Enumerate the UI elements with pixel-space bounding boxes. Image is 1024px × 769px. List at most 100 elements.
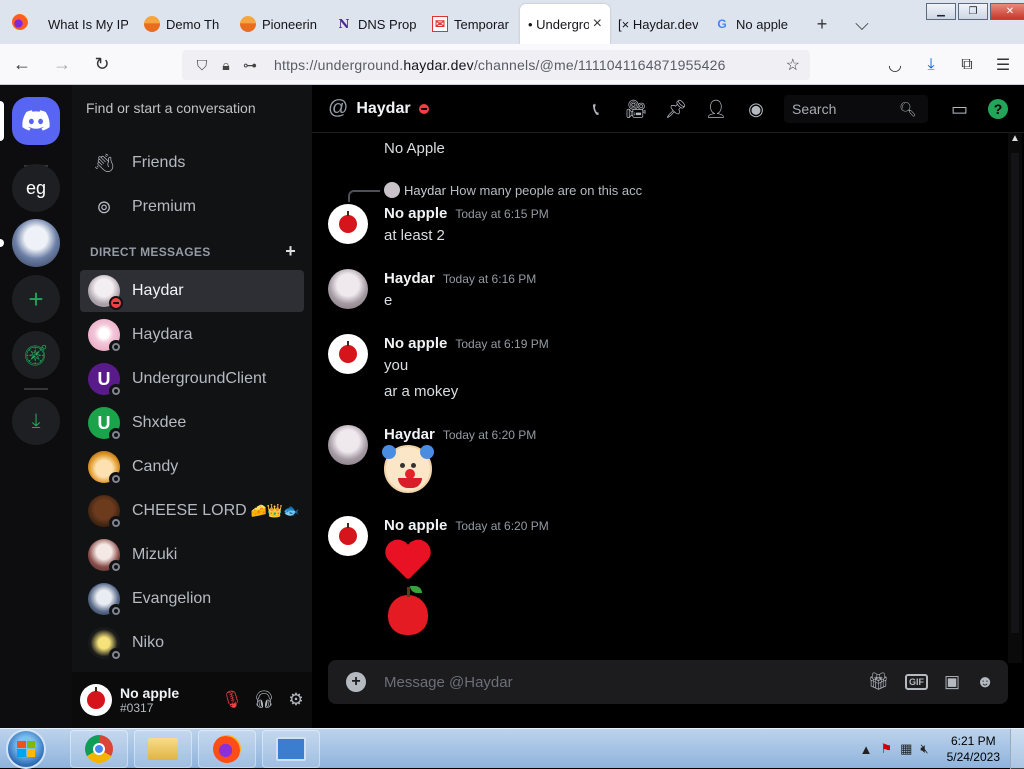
message-scrollbar[interactable]: ▲	[1008, 133, 1022, 663]
close-window-button[interactable]: ✕	[990, 3, 1024, 20]
channel-title[interactable]: Haydar	[356, 100, 410, 118]
find-conversation-button[interactable]: Find or start a conversation	[80, 95, 304, 123]
dm-item-undergroundclient[interactable]: U UndergroundClient	[80, 358, 304, 400]
help-icon[interactable]: ?	[988, 99, 1008, 119]
url-text[interactable]: https://underground.haydar.dev/channels/…	[274, 57, 726, 73]
sticker-icon[interactable]: ▣	[944, 672, 960, 692]
dm-item-shxdee[interactable]: U Shxdee	[80, 402, 304, 444]
taskbar-firefox[interactable]	[198, 729, 256, 768]
taskbar-clock[interactable]: 6:21 PM 5/24/2023	[947, 733, 1000, 765]
dm-item-mizuki[interactable]: Mizuki	[80, 534, 304, 576]
message-author[interactable]: No apple Today at 6:20 PM	[384, 517, 549, 534]
message-avatar-haydar[interactable]	[328, 425, 368, 465]
tab-temporary-mail[interactable]: ✉ Temporar	[424, 4, 520, 44]
user-names[interactable]: No apple #0317	[120, 685, 216, 715]
lock-icon[interactable]: 🔒︎	[214, 57, 238, 74]
dm-item-niko[interactable]: Niko	[80, 622, 304, 664]
server-eg[interactable]: eg	[12, 164, 60, 212]
dm-item-evangelion[interactable]: Evangelion	[80, 578, 304, 620]
taskbar-file-explorer[interactable]	[134, 729, 192, 768]
upload-plus-button[interactable]: +	[346, 672, 366, 692]
add-server-button[interactable]: +	[12, 275, 60, 323]
user-avatar[interactable]	[80, 684, 112, 716]
friends-nav-item[interactable]: 👋︎ Friends	[80, 142, 304, 184]
tab-what-is-my-ip[interactable]: What Is My IP	[40, 4, 136, 44]
deafen-headphones-icon[interactable]: 🎧︎	[248, 684, 280, 716]
start-voice-call-icon[interactable]: 📞︎	[584, 99, 608, 120]
new-tab-button[interactable]: +	[802, 4, 842, 44]
gift-icon[interactable]: 🎁︎	[867, 672, 889, 692]
premium-nav-item[interactable]: ⊚ Premium	[80, 186, 304, 228]
red-apple-emoji[interactable]	[388, 586, 428, 635]
extensions-icon[interactable]: ⧉	[956, 56, 978, 74]
apple-icon	[339, 341, 357, 363]
add-friends-to-dm-icon[interactable]: 👤︎	[704, 99, 728, 120]
tab-pioneering[interactable]: Pioneerin	[232, 4, 328, 44]
user-settings-gear-icon[interactable]: ⚙	[280, 684, 312, 716]
pinned-messages-icon[interactable]: 📌︎	[664, 99, 688, 120]
gif-button[interactable]: GIF	[905, 674, 929, 690]
message-input[interactable]	[384, 673, 824, 691]
browser-navigation-bar: ← → ↻ ⛉ 🔒︎ ⊶ https://underground.haydar.…	[0, 44, 1024, 85]
mute-microphone-icon[interactable]: 🎙︎	[216, 684, 248, 716]
tab-underground[interactable]: • Undergro ×	[520, 4, 610, 44]
tab-demo[interactable]: Demo Th	[136, 4, 232, 44]
server-anime-avatar[interactable]	[0, 219, 60, 267]
pocket-icon[interactable]: ◡	[884, 55, 906, 75]
close-tab-icon[interactable]: ×	[593, 15, 602, 33]
scroll-up-arrow-icon[interactable]: ▲	[1008, 133, 1022, 144]
inbox-icon[interactable]: ▭	[951, 99, 968, 120]
dm-item-cheese-lord[interactable]: CHEESE LORD 🧀👑🐟	[80, 490, 304, 532]
app-menu-icon[interactable]: ☰	[992, 55, 1014, 75]
forward-button[interactable]: →	[44, 48, 80, 80]
message-text: No Apple	[384, 140, 445, 157]
tab-dns-propagation[interactable]: N DNS Prop	[328, 4, 424, 44]
taskbar-remote-desktop[interactable]	[262, 729, 320, 768]
message-avatar-no-apple[interactable]	[328, 204, 368, 244]
reply-preview[interactable]: Haydar How many people are on this acc	[384, 182, 642, 198]
message-avatar-no-apple[interactable]	[328, 334, 368, 374]
firefox-menu-button[interactable]	[0, 0, 40, 44]
tab-haydar-dev[interactable]: [× Haydar.dev	[610, 4, 706, 44]
taskbar-chrome[interactable]	[70, 729, 128, 768]
scrollbar-thumb[interactable]	[1011, 153, 1019, 633]
message-author[interactable]: Haydar Today at 6:16 PM	[384, 270, 536, 287]
bookmark-star-icon[interactable]: ☆	[786, 55, 800, 75]
channel-search-input[interactable]: Search 🔍︎	[784, 95, 928, 123]
home-direct-messages-button[interactable]	[0, 97, 60, 145]
network-icon[interactable]: ▦	[900, 741, 912, 757]
action-center-flag-icon[interactable]: ⚑	[880, 741, 892, 757]
show-hidden-icons-arrow-icon[interactable]: ▲	[860, 742, 873, 757]
tab-no-apple-search[interactable]: G No apple	[706, 4, 802, 44]
friends-wave-icon: 👋︎	[92, 152, 116, 173]
user-profile-icon[interactable]: ◉	[744, 99, 768, 120]
tracking-protection-shield-icon[interactable]: ⛉	[190, 57, 214, 74]
volume-muted-icon[interactable]: 🔇︎	[920, 741, 928, 757]
downloads-icon[interactable]: ⤓	[920, 56, 942, 74]
clown-face-emoji[interactable]	[382, 445, 434, 493]
create-dm-plus-icon[interactable]: +	[285, 242, 296, 260]
message-author[interactable]: Haydar Today at 6:20 PM	[384, 426, 536, 443]
message-avatar-haydar[interactable]	[328, 269, 368, 309]
minimize-window-button[interactable]: ▁	[926, 3, 956, 20]
dm-item-haydara[interactable]: Haydara	[80, 314, 304, 356]
message-avatar-no-apple[interactable]	[328, 516, 368, 556]
start-video-call-icon[interactable]: 🎥︎	[624, 99, 648, 120]
restore-window-button[interactable]: ❐	[958, 3, 988, 20]
reload-button[interactable]: ↻	[84, 48, 120, 80]
dm-item-haydar[interactable]: Haydar	[80, 270, 304, 312]
message-author[interactable]: No apple Today at 6:19 PM	[384, 335, 549, 352]
message-author[interactable]: No apple Today at 6:15 PM	[384, 205, 549, 222]
list-all-tabs-button[interactable]: ⌵	[842, 4, 882, 44]
emoji-picker-icon[interactable]: ☻	[976, 672, 994, 692]
start-button[interactable]	[6, 728, 46, 769]
explore-servers-compass-icon[interactable]: 🧭︎	[12, 331, 60, 379]
avatar	[88, 319, 123, 354]
permissions-key-icon[interactable]: ⊶	[238, 57, 262, 74]
show-desktop-button[interactable]	[1010, 729, 1024, 769]
red-heart-emoji[interactable]	[384, 537, 432, 585]
url-bar[interactable]: ⛉ 🔒︎ ⊶ https://underground.haydar.dev/ch…	[182, 50, 810, 80]
download-apps-icon[interactable]: ⤓	[12, 397, 60, 445]
back-button[interactable]: ←	[4, 48, 40, 80]
dm-item-candy[interactable]: Candy	[80, 446, 304, 488]
